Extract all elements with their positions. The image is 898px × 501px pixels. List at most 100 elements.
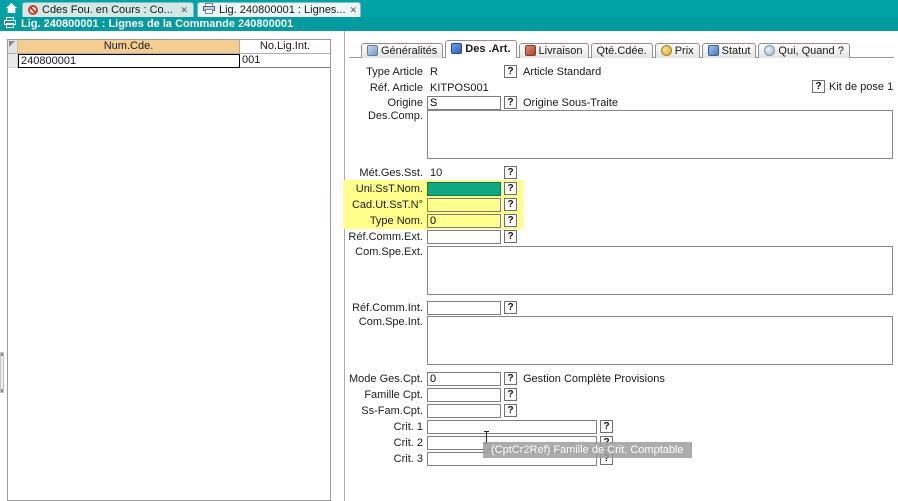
help-button[interactable]: ? [504,372,517,385]
column-header-num-cde[interactable]: Num.Cde. [18,40,240,53]
browser-tab-title: Cdes Fou. en Cours : Co... [42,4,173,16]
browser-tab-bar: Cdes Fou. en Cours : Co... ✕ Lig. 240800… [0,0,898,17]
field-row-cad-ut-sst-n: Cad.Ut.SsT.N° ? [347,197,517,212]
kit-info-group: ? Kit de pose 1 [812,80,893,93]
ref-comm-ext-input[interactable] [427,230,501,244]
field-label: Mét.Ges.Sst. [347,167,423,179]
field-row-crit-1: Crit. 1 ? [347,419,613,434]
help-button[interactable]: ? [504,230,517,243]
field-label: Com.Spe.Ext. [347,246,423,258]
com-spe-int-textarea[interactable] [427,316,893,365]
help-button[interactable]: ? [504,301,517,314]
table-row[interactable]: 240800001 001 [8,54,330,68]
help-button[interactable]: ? [812,80,825,93]
ss-fam-cpt-input[interactable] [427,404,501,418]
tab-label: Qui, Quand ? [778,45,843,57]
tab-qte-cdee[interactable]: Qté.Cdée. [591,43,653,58]
field-row-com-spe-ext: Com.Spe.Ext. [347,246,893,295]
help-button[interactable]: ? [504,65,517,78]
row-selector[interactable] [8,54,18,68]
mode-ges-cpt-input[interactable] [427,372,501,386]
help-button[interactable]: ? [504,404,517,417]
window-title-bar: Lig. 240800001 : Lignes de la Commande 2… [0,17,898,31]
field-row-ss-fam-cpt: Ss-Fam.Cpt. ? [347,403,517,418]
home-icon [5,2,18,17]
field-row-uni-sst-nom: Uni.SsT.Nom. ? [347,181,517,196]
help-button[interactable]: ? [504,198,517,211]
field-row-ref-comm-int: Réf.Comm.Int. ? [347,300,517,315]
field-value: 10 [427,167,504,179]
help-button[interactable]: ? [504,182,517,195]
field-label: Crit. 1 [347,421,423,433]
field-row-mode-ges-cpt: Mode Ges.Cpt. ? Gestion Complète Provisi… [347,371,665,386]
field-row-met-ges-sst: Mét.Ges.Sst. 10 ? [347,165,517,180]
no-entry-icon [28,5,38,15]
row-selector-header[interactable] [8,40,18,53]
cad-ut-sst-n-input[interactable] [427,198,501,212]
field-label: Des.Comp. [347,110,423,122]
ref-comm-int-input[interactable] [427,301,501,315]
tab-statut[interactable]: Statut [702,43,757,58]
tab-label: Généralités [381,45,437,57]
delivery-icon [525,45,536,56]
tab-label: Statut [722,45,751,57]
tab-generalites[interactable]: Généralités [361,43,443,58]
field-label: Type Nom. [347,215,423,227]
close-tab-icon[interactable]: ✕ [180,5,188,16]
help-button[interactable]: ? [600,420,613,433]
clock-icon [764,45,775,56]
tab-prix[interactable]: Prix [655,43,700,58]
uni-sst-nom-input[interactable] [427,182,501,196]
printer-icon [4,17,16,31]
help-button[interactable]: ? [504,166,517,179]
cell-no-lig-int[interactable]: 001 [240,54,330,68]
help-button[interactable]: ? [504,388,517,401]
tab-label: Qté.Cdée. [597,45,647,57]
close-tab-icon[interactable]: ✕ [350,5,358,16]
tab-label: Prix [675,45,694,57]
left-scrollbar[interactable] [0,352,4,393]
detail-tab-strip: Généralités Des .Art. Livraison Qté.Cdée… [349,40,850,58]
des-comp-textarea[interactable] [427,110,893,159]
com-spe-ext-textarea[interactable] [427,246,893,295]
browser-tab-title: Lig. 240800001 : Lignes... [219,4,346,16]
field-value: R [427,66,504,78]
origine-input[interactable] [427,96,501,110]
grid-header-row: Num.Cde. No.Lig.Int. [8,40,330,54]
browser-tab-lines[interactable]: Lig. 240800001 : Lignes... ✕ [197,2,361,17]
field-row-type-article: Type Article R ? Article Standard [347,64,601,79]
field-row-des-comp: Des.Comp. [347,110,893,159]
panel-divider [344,31,345,501]
home-button[interactable] [3,2,20,16]
type-nom-input[interactable] [427,214,501,228]
price-icon [661,45,672,56]
famille-cpt-input[interactable] [427,388,501,402]
help-button[interactable]: ? [504,96,517,109]
field-label: Mode Ges.Cpt. [347,373,423,385]
field-label: Ss-Fam.Cpt. [347,405,423,417]
field-label: Com.Spe.Int. [347,316,423,328]
tab-livraison[interactable]: Livraison [519,43,589,58]
field-label: Cad.Ut.SsT.N° [347,199,423,211]
tab-label: Des .Art. [465,43,510,55]
field-label: Famille Cpt. [347,389,423,401]
field-description: Origine Sous-Traite [523,97,618,109]
column-header-no-lig-int[interactable]: No.Lig.Int. [240,40,330,53]
field-label: Uni.SsT.Nom. [347,183,423,195]
help-button[interactable]: ? [504,214,517,227]
browser-tab-orders[interactable]: Cdes Fou. en Cours : Co... ✕ [22,2,194,17]
cell-num-cde[interactable]: 240800001 [18,54,240,68]
field-label: Réf.Comm.Int. [347,302,423,314]
field-label: Réf.Comm.Ext. [347,231,423,243]
field-row-com-spe-int: Com.Spe.Int. [347,316,893,365]
generalites-icon [367,45,378,56]
field-description: Gestion Complète Provisions [523,373,665,385]
field-label: Crit. 3 [347,453,423,465]
order-lines-grid: Num.Cde. No.Lig.Int. 240800001 001 [7,39,331,501]
tab-qui-quand[interactable]: Qui, Quand ? [758,43,849,58]
article-icon [451,43,462,54]
field-row-type-nom: Type Nom. ? [347,213,517,228]
tab-des-art[interactable]: Des .Art. [445,40,516,58]
field-row-origine: Origine ? Origine Sous-Traite [347,95,618,110]
crit-1-input[interactable] [427,420,597,434]
